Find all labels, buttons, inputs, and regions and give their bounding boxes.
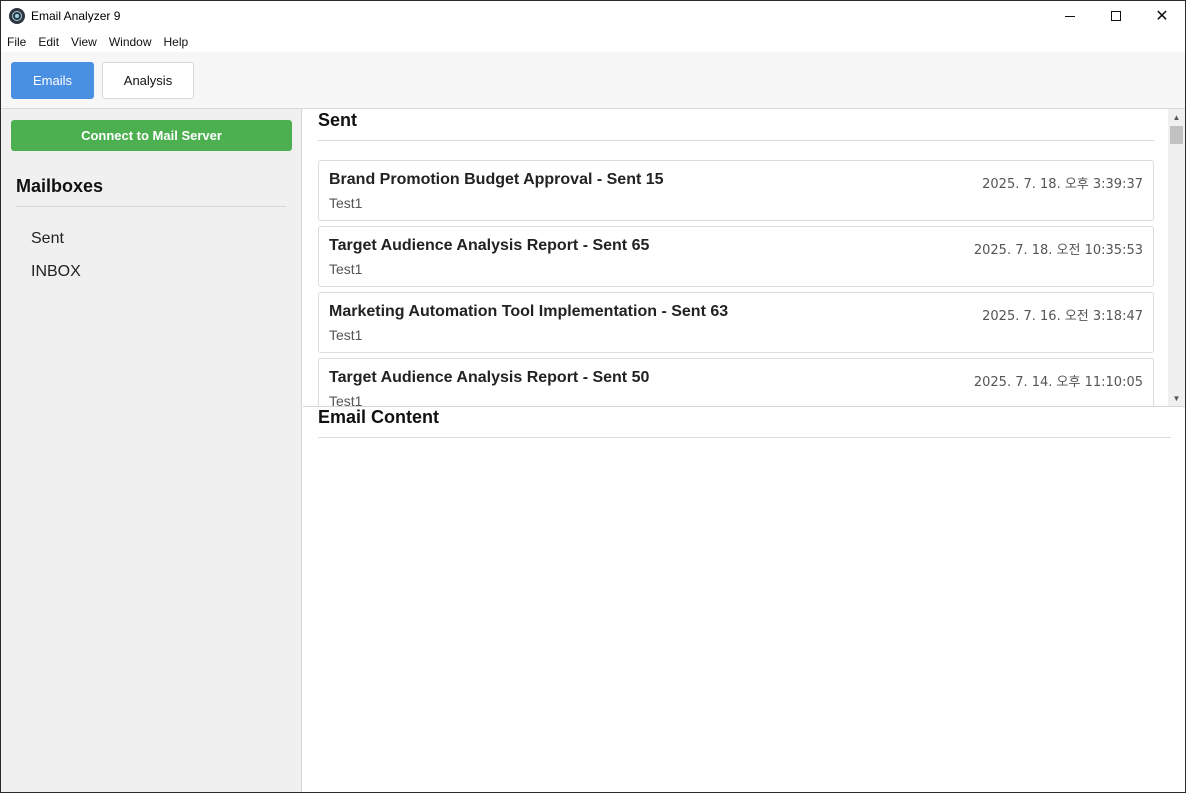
menu-window[interactable]: Window — [103, 35, 158, 49]
scroll-up-arrow-icon[interactable]: ▲ — [1168, 109, 1185, 125]
divider — [318, 140, 1154, 141]
tab-analysis[interactable]: Analysis — [102, 62, 194, 99]
mailbox-item-inbox[interactable]: INBOX — [31, 263, 81, 281]
minimize-icon — [1065, 15, 1075, 17]
close-button[interactable]: ✕ — [1139, 1, 1185, 31]
email-date: 2025. 7. 18. 오후 3:39:37 — [982, 177, 1143, 192]
window-controls: ✕ — [1047, 1, 1185, 31]
email-list: Brand Promotion Budget Approval - Sent 1… — [318, 160, 1154, 406]
tab-bar: Emails Analysis — [1, 52, 1185, 109]
window-title: Email Analyzer 9 — [31, 9, 121, 23]
email-date: 2025. 7. 16. 오전 3:18:47 — [982, 309, 1143, 324]
email-date: 2025. 7. 18. 오전 10:35:53 — [973, 243, 1143, 258]
divider — [318, 437, 1171, 438]
main-panel: Sent Brand Promotion Budget Approval - S… — [303, 109, 1185, 792]
connect-mail-server-button[interactable]: Connect to Mail Server — [11, 120, 292, 151]
app-window: Email Analyzer 9 ✕ File Edit View Window… — [0, 0, 1186, 793]
email-list-scrollbar[interactable]: ▲ ▼ — [1168, 109, 1185, 406]
divider — [16, 206, 286, 207]
email-date: 2025. 7. 14. 오후 11:10:05 — [973, 375, 1143, 390]
email-subject: Target Audience Analysis Report - Sent 6… — [329, 237, 650, 254]
email-sender: Test1 — [329, 327, 363, 343]
app-logo-icon — [9, 8, 25, 24]
minimize-button[interactable] — [1047, 1, 1093, 31]
email-content-pane: Email Content — [303, 407, 1185, 792]
email-sender: Test1 — [329, 261, 363, 277]
email-list-pane: Sent Brand Promotion Budget Approval - S… — [303, 109, 1185, 406]
email-list-item[interactable]: Target Audience Analysis Report - Sent 6… — [318, 226, 1154, 287]
email-sender: Test1 — [329, 195, 363, 211]
email-list-item[interactable]: Brand Promotion Budget Approval - Sent 1… — [318, 160, 1154, 221]
menu-help[interactable]: Help — [158, 35, 195, 49]
scroll-down-arrow-icon[interactable]: ▼ — [1168, 390, 1185, 406]
email-sender: Test1 — [329, 393, 363, 406]
email-subject: Target Audience Analysis Report - Sent 5… — [329, 369, 650, 386]
email-subject: Brand Promotion Budget Approval - Sent 1… — [329, 171, 664, 188]
menu-file[interactable]: File — [1, 35, 32, 49]
maximize-icon — [1111, 11, 1121, 21]
maximize-button[interactable] — [1093, 1, 1139, 31]
sidebar: Connect to Mail Server Mailboxes Sent IN… — [1, 109, 302, 792]
scrollbar-thumb[interactable] — [1170, 126, 1183, 144]
title-bar: Email Analyzer 9 ✕ — [1, 1, 1185, 31]
mailboxes-heading: Mailboxes — [16, 176, 104, 196]
email-content-title: Email Content — [318, 407, 440, 427]
close-icon: ✕ — [1155, 6, 1169, 25]
menu-edit[interactable]: Edit — [32, 35, 65, 49]
mailbox-title: Sent — [318, 110, 358, 130]
email-subject: Marketing Automation Tool Implementation… — [329, 303, 729, 320]
menu-view[interactable]: View — [65, 35, 103, 49]
menu-bar: File Edit View Window Help — [1, 31, 1185, 52]
mailbox-item-sent[interactable]: Sent — [31, 230, 64, 248]
tab-emails[interactable]: Emails — [11, 62, 94, 99]
email-list-item[interactable]: Marketing Automation Tool Implementation… — [318, 292, 1154, 353]
email-list-item[interactable]: Target Audience Analysis Report - Sent 5… — [318, 358, 1154, 406]
